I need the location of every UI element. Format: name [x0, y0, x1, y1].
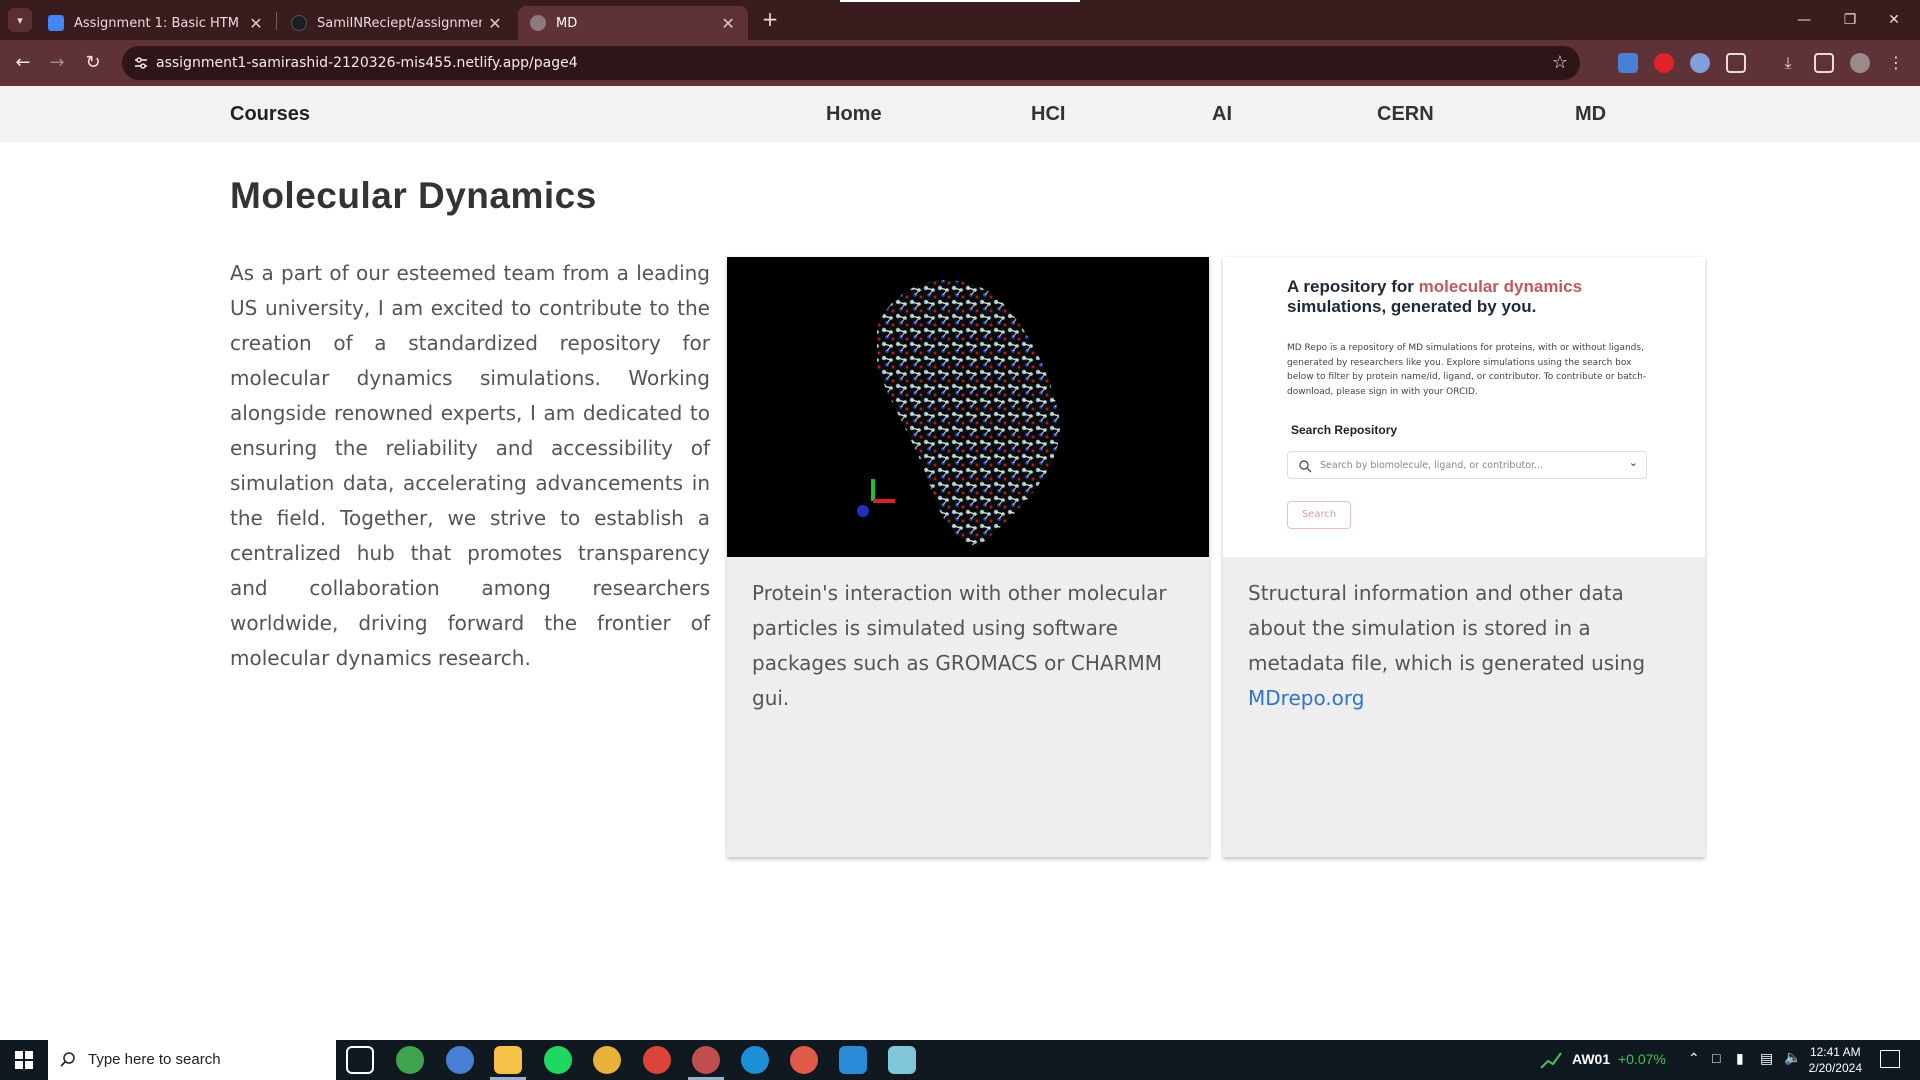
- close-tab-icon[interactable]: ✕: [248, 14, 264, 33]
- globe-favicon-icon: [530, 15, 546, 31]
- nav-link-home[interactable]: Home: [826, 103, 882, 126]
- task-view-icon[interactable]: [346, 1046, 374, 1074]
- tab-title: SamiINReciept/assignment1_samirashid: [317, 15, 482, 31]
- stock-name: AW01: [1572, 1051, 1611, 1067]
- file-explorer-icon[interactable]: [494, 1046, 522, 1074]
- heading-accent: molecular dynamics: [1418, 277, 1583, 296]
- taskbar-search[interactable]: Type here to search: [48, 1040, 336, 1080]
- extensions-puzzle-icon[interactable]: [1726, 53, 1746, 73]
- vpn-extension-icon[interactable]: [1690, 53, 1710, 73]
- mdrepo-description: MD Repo is a repository of MD simulation…: [1287, 343, 1647, 397]
- side-panel-icon[interactable]: [1814, 53, 1834, 73]
- network-icon[interactable]: ▤: [1760, 1050, 1773, 1067]
- close-window-icon[interactable]: ✕: [1876, 8, 1912, 32]
- new-tab-button[interactable]: +: [758, 8, 782, 32]
- search-placeholder: Search by biomolecule, ligand, or contri…: [1320, 460, 1544, 471]
- site-navbar: Courses Home HCI AI CERN MD: [0, 86, 1920, 142]
- stock-chart-icon[interactable]: [1540, 1050, 1562, 1070]
- close-tab-icon[interactable]: ✕: [720, 14, 736, 33]
- mdrepo-card: A repository for molecular dynamics simu…: [1223, 257, 1705, 857]
- browser-tab-bar: ▾ Assignment 1: Basic HTML & CSS ✕ SamiI…: [0, 0, 1920, 40]
- vscode-icon[interactable]: [839, 1046, 867, 1074]
- notepad-icon[interactable]: [888, 1046, 916, 1074]
- adblock-extension-icon[interactable]: [1654, 53, 1674, 73]
- qbittorrent-icon[interactable]: [446, 1046, 474, 1074]
- back-arrow-icon[interactable]: ←: [10, 50, 36, 76]
- address-bar[interactable]: assignment1-samirashid-2120326-mis455.ne…: [122, 46, 1580, 80]
- tab-separator: [276, 12, 277, 30]
- page-title: Molecular Dynamics: [230, 175, 597, 216]
- mdrepo-heading: A repository for molecular dynamics simu…: [1287, 277, 1647, 317]
- tray-overflow-icon[interactable]: ⌃: [1688, 1050, 1700, 1067]
- heading-text: A repository for: [1287, 277, 1419, 296]
- browser-menu-icon[interactable]: ⋮: [1886, 53, 1906, 73]
- taskbar-search-placeholder: Type here to search: [88, 1051, 221, 1068]
- tab-title: MD: [556, 15, 578, 31]
- mdrepo-link[interactable]: MDrepo.org: [1248, 686, 1364, 710]
- spotify-icon[interactable]: [544, 1046, 572, 1074]
- meet-now-icon[interactable]: □: [1712, 1050, 1720, 1066]
- github-favicon-icon: [291, 15, 307, 31]
- site-brand[interactable]: Courses: [230, 103, 310, 126]
- windows-logo-icon: [15, 1051, 33, 1069]
- tab-title: Assignment 1: Basic HTML & CSS: [74, 15, 239, 31]
- start-button[interactable]: [0, 1040, 48, 1080]
- site-info-icon[interactable]: [132, 54, 150, 72]
- chrome-alt-icon[interactable]: [790, 1046, 818, 1074]
- bookmark-star-icon[interactable]: ☆: [1552, 52, 1568, 73]
- tab-strip-indicator: [840, 0, 1080, 2]
- chrome-icon[interactable]: [593, 1046, 621, 1074]
- protein-structure-graphic: [857, 280, 1060, 547]
- mdrepo-search-button: Search: [1287, 501, 1351, 529]
- minimize-icon[interactable]: —: [1786, 8, 1822, 32]
- caption-text: Structural information and other data ab…: [1248, 581, 1646, 675]
- windows-taskbar: Type here to search AW01 +0.07% ⌃ □ ▮ ▤ …: [0, 1040, 1920, 1080]
- translate-extension-icon[interactable]: [1618, 53, 1638, 73]
- search-repository-label: Search Repository: [1291, 423, 1398, 437]
- classroom-favicon-icon: [48, 15, 64, 31]
- nav-link-md[interactable]: MD: [1575, 103, 1606, 126]
- tab-search-button[interactable]: ▾: [8, 8, 32, 32]
- clock-date: 2/20/2024: [1808, 1061, 1862, 1075]
- protein-card: Protein's interaction with other molecul…: [727, 257, 1209, 857]
- clock-time: 12:41 AM: [1809, 1045, 1861, 1059]
- tab-assignment-1[interactable]: Assignment 1: Basic HTML & CSS ✕: [36, 6, 276, 40]
- download-icon[interactable]: ⤓: [1778, 53, 1798, 73]
- mdrepo-caption: Structural information and other data ab…: [1248, 576, 1680, 716]
- url-text: assignment1-samirashid-2120326-mis455.ne…: [156, 55, 578, 71]
- intro-paragraph: As a part of our esteemed team from a le…: [230, 261, 710, 670]
- weather-app-icon[interactable]: [396, 1046, 424, 1074]
- mdrepo-search-input: Search by biomolecule, ligand, or contri…: [1287, 451, 1647, 479]
- tab-md[interactable]: MD ✕: [518, 6, 748, 40]
- nav-link-hci[interactable]: HCI: [1031, 103, 1065, 126]
- search-icon: [60, 1052, 75, 1067]
- heading-text: simulations, generated by you.: [1287, 297, 1537, 316]
- forward-arrow-icon[interactable]: →: [44, 50, 70, 76]
- restore-icon[interactable]: ❐: [1832, 8, 1868, 32]
- protein-image: [727, 257, 1209, 557]
- stock-change: +0.07%: [1618, 1051, 1666, 1067]
- search-icon: [1299, 460, 1312, 473]
- browser-toolbar: ← → ↻ assignment1-samirashid-2120326-mis…: [0, 40, 1920, 86]
- edge-icon[interactable]: [741, 1046, 769, 1074]
- nav-link-cern[interactable]: CERN: [1377, 103, 1434, 126]
- protein-caption: Protein's interaction with other molecul…: [752, 581, 1167, 710]
- close-tab-icon[interactable]: ✕: [487, 14, 503, 33]
- chevron-down-icon: ⌄: [1628, 456, 1638, 469]
- tab-github-repo[interactable]: SamiINReciept/assignment1_samirashid ✕: [279, 6, 515, 40]
- mdrepo-screenshot: A repository for molecular dynamics simu…: [1223, 257, 1705, 557]
- profile-avatar[interactable]: [1850, 53, 1870, 73]
- chrome-active-icon[interactable]: [692, 1046, 720, 1074]
- nav-link-ai[interactable]: AI: [1212, 103, 1232, 126]
- volume-icon[interactable]: 🔈: [1784, 1049, 1801, 1066]
- chevron-down-icon: ▾: [17, 13, 23, 27]
- battery-icon[interactable]: ▮: [1736, 1050, 1744, 1067]
- chrome-profile-icon[interactable]: [643, 1046, 671, 1074]
- reload-icon[interactable]: ↻: [80, 50, 106, 76]
- notifications-icon[interactable]: [1880, 1050, 1900, 1068]
- system-clock[interactable]: 12:41 AM 2/20/2024: [1809, 1044, 1862, 1076]
